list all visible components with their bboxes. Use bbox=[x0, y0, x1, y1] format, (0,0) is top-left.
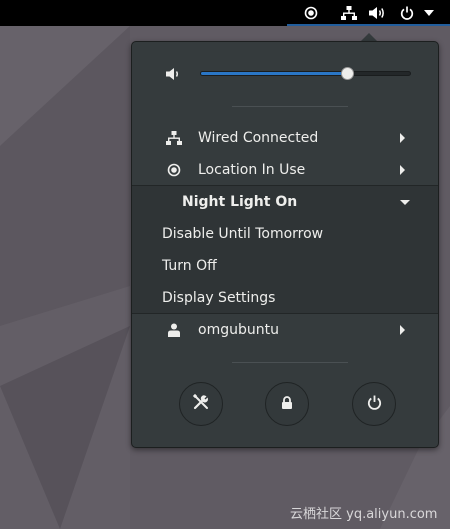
menu-item-night-light[interactable]: Night Light On bbox=[132, 186, 438, 218]
active-indicator bbox=[287, 24, 450, 26]
lock-button[interactable] bbox=[265, 382, 309, 426]
volume-slider-fill bbox=[201, 72, 348, 75]
lock-icon bbox=[281, 395, 293, 414]
top-bar bbox=[0, 0, 450, 26]
menu-item-label: Wired Connected bbox=[198, 130, 319, 146]
system-menu: Wired Connected Location In Use Night Li… bbox=[131, 41, 439, 448]
submenu-item-turn-off[interactable]: Turn Off bbox=[132, 250, 438, 282]
location-icon[interactable] bbox=[302, 0, 320, 26]
separator bbox=[232, 362, 348, 363]
chevron-right-icon bbox=[400, 325, 405, 335]
submenu-item-label: Disable Until Tomorrow bbox=[162, 226, 324, 242]
location-icon bbox=[166, 162, 182, 178]
volume-low-icon bbox=[166, 66, 182, 82]
menu-item-label: omgubuntu bbox=[198, 322, 279, 338]
separator bbox=[232, 106, 348, 107]
settings-button[interactable] bbox=[179, 382, 223, 426]
volume-slider-handle[interactable] bbox=[341, 67, 355, 80]
watermark: 云栖社区 yq.aliyun.com bbox=[290, 507, 438, 522]
submenu-item-label: Turn Off bbox=[162, 258, 217, 274]
chevron-right-icon bbox=[400, 165, 405, 175]
chevron-down-icon bbox=[400, 200, 410, 205]
network-wired-icon[interactable] bbox=[340, 0, 358, 26]
volume-high-icon[interactable] bbox=[368, 0, 388, 26]
dropdown-arrow-icon[interactable] bbox=[422, 0, 436, 26]
chevron-right-icon bbox=[400, 133, 405, 143]
settings-icon bbox=[192, 393, 210, 415]
menu-item-label: Night Light On bbox=[182, 194, 298, 210]
power-icon bbox=[367, 395, 382, 414]
volume-slider[interactable] bbox=[200, 67, 411, 80]
user-icon bbox=[166, 322, 182, 338]
submenu-item-label: Display Settings bbox=[162, 290, 276, 306]
menu-item-user[interactable]: omgubuntu bbox=[132, 314, 438, 346]
power-icon[interactable] bbox=[398, 0, 416, 26]
power-off-button[interactable] bbox=[352, 382, 396, 426]
menu-item-wired[interactable]: Wired Connected bbox=[132, 122, 438, 154]
menu-item-label: Location In Use bbox=[198, 162, 306, 178]
submenu-item-display-settings[interactable]: Display Settings bbox=[132, 282, 438, 314]
submenu-item-disable[interactable]: Disable Until Tomorrow bbox=[132, 218, 438, 250]
menu-item-location[interactable]: Location In Use bbox=[132, 154, 438, 186]
network-wired-icon bbox=[166, 130, 182, 146]
